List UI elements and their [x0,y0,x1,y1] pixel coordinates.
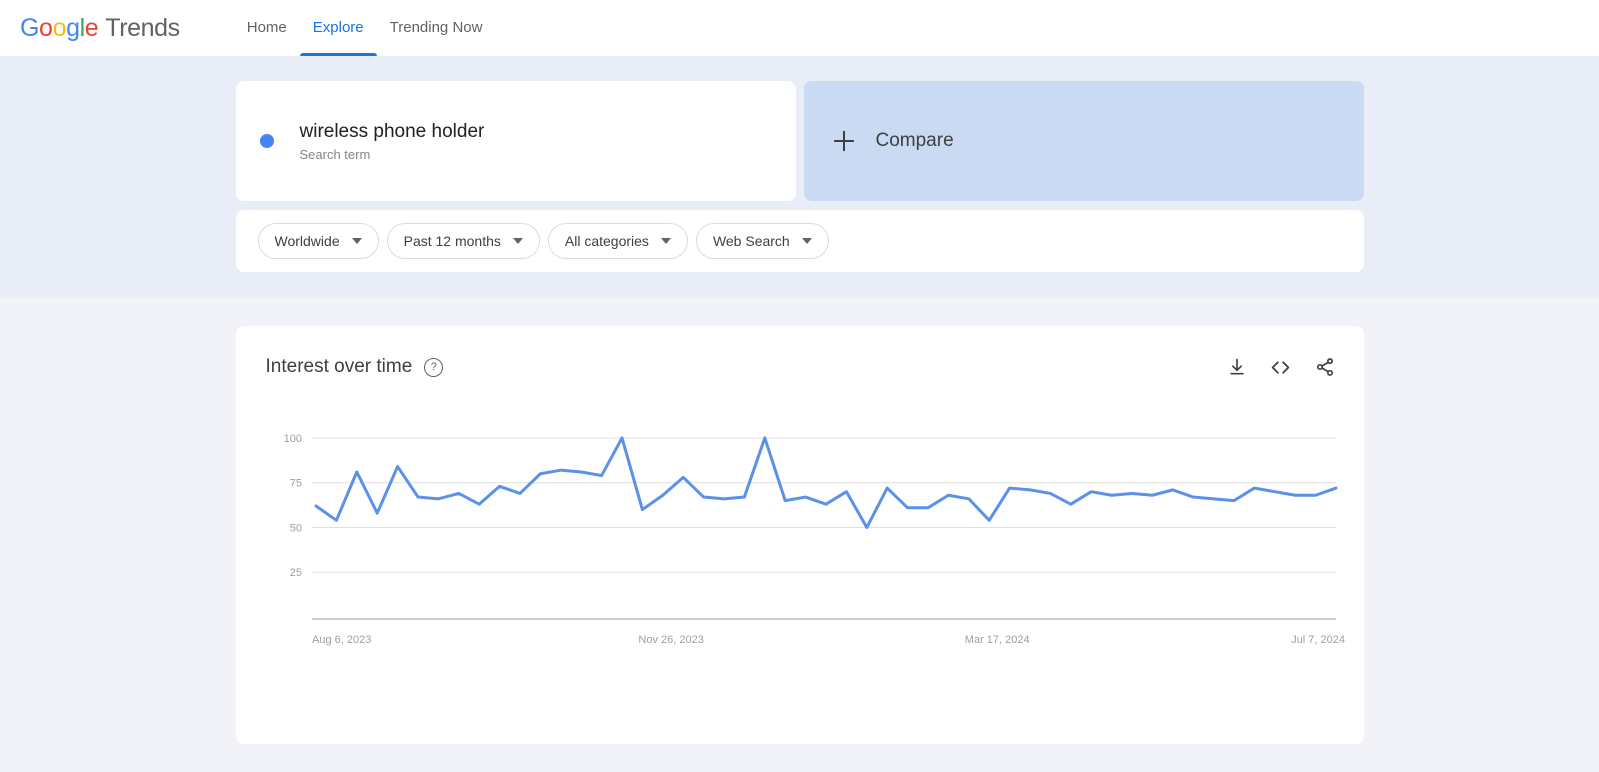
y-axis-tick-label: 75 [289,478,301,490]
chevron-down-icon [512,238,523,244]
filter-search-type[interactable]: Web Search [695,223,829,259]
search-term-title: wireless phone holder [299,121,485,142]
query-band: wireless phone holder Search term Compar… [0,56,1599,298]
filter-time-range-label: Past 12 months [403,233,501,249]
filter-category-label: All categories [564,233,649,249]
y-axis-tick-label: 50 [289,522,301,534]
filters-bar: Worldwide Past 12 months All categories … [235,210,1364,272]
nav-link-home[interactable]: Home [234,0,300,56]
search-term-subtitle: Search term [299,147,371,162]
search-term-text: wireless phone holder Search term [300,120,485,162]
top-navigation-bar: Google Trends Home Explore Trending Now [0,0,1599,56]
chevron-down-icon [351,238,362,244]
interest-over-time-linechart: 25 50 75 100 Aug 6, 2023 Nov 26, 2023 Mar 17, … [283,433,1345,646]
compare-button[interactable]: Compare [803,81,1364,201]
share-icon[interactable] [1314,356,1336,378]
chevron-down-icon [801,238,812,244]
chart-actions [1226,356,1336,378]
y-axis-tick-label: 100 [283,433,301,445]
logo-letter-o2: o [52,13,67,42]
logo-letter-e: e [84,13,99,42]
chart-title: Interest over time [265,356,413,377]
download-icon[interactable] [1226,356,1248,378]
search-term-row: wireless phone holder Search term Compar… [235,81,1364,201]
nav-link-trending-now[interactable]: Trending Now [377,0,496,56]
filter-search-type-label: Web Search [712,233,790,249]
compare-label: Compare [875,130,954,151]
x-axis-tick-label: Aug 6, 2023 [312,634,371,646]
logo-trends-word: Trends [105,13,180,42]
interest-over-time-card: Interest over time ? 25 50 75 100 Aug 6,… [235,326,1364,744]
filter-category[interactable]: All categories [547,223,688,259]
nav-links: Home Explore Trending Now [234,0,496,56]
chevron-down-icon [660,238,671,244]
main-content: Interest over time ? 25 50 75 100 Aug 6,… [0,298,1599,744]
logo-letter-g: G [20,13,40,42]
plus-icon [833,131,854,151]
filter-location-label: Worldwide [274,233,340,249]
x-axis-tick-label: Nov 26, 2023 [638,634,703,646]
filter-time-range[interactable]: Past 12 months [386,223,540,259]
series-color-dot-icon [259,134,274,148]
chart-plot-area: 25 50 75 100 Aug 6, 2023 Nov 26, 2023 Mar 17, … [236,421,1364,721]
filter-location[interactable]: Worldwide [257,223,379,259]
help-icon[interactable]: ? [424,357,444,377]
y-axis-tick-label: 25 [289,567,301,579]
embed-code-icon[interactable] [1270,356,1292,378]
logo-letter-o1: o [39,13,53,42]
logo-letter-g2: g [66,13,80,42]
nav-link-explore[interactable]: Explore [299,0,377,56]
chart-header: Interest over time ? [236,326,1364,378]
x-axis-tick-label: Mar 17, 2024 [964,634,1029,646]
search-term-card[interactable]: wireless phone holder Search term [235,81,796,201]
google-trends-logo[interactable]: Google Trends [20,14,180,43]
x-axis-tick-label: Jul 7, 2024 [1291,634,1345,646]
query-band-inner: wireless phone holder Search term Compar… [235,81,1364,272]
